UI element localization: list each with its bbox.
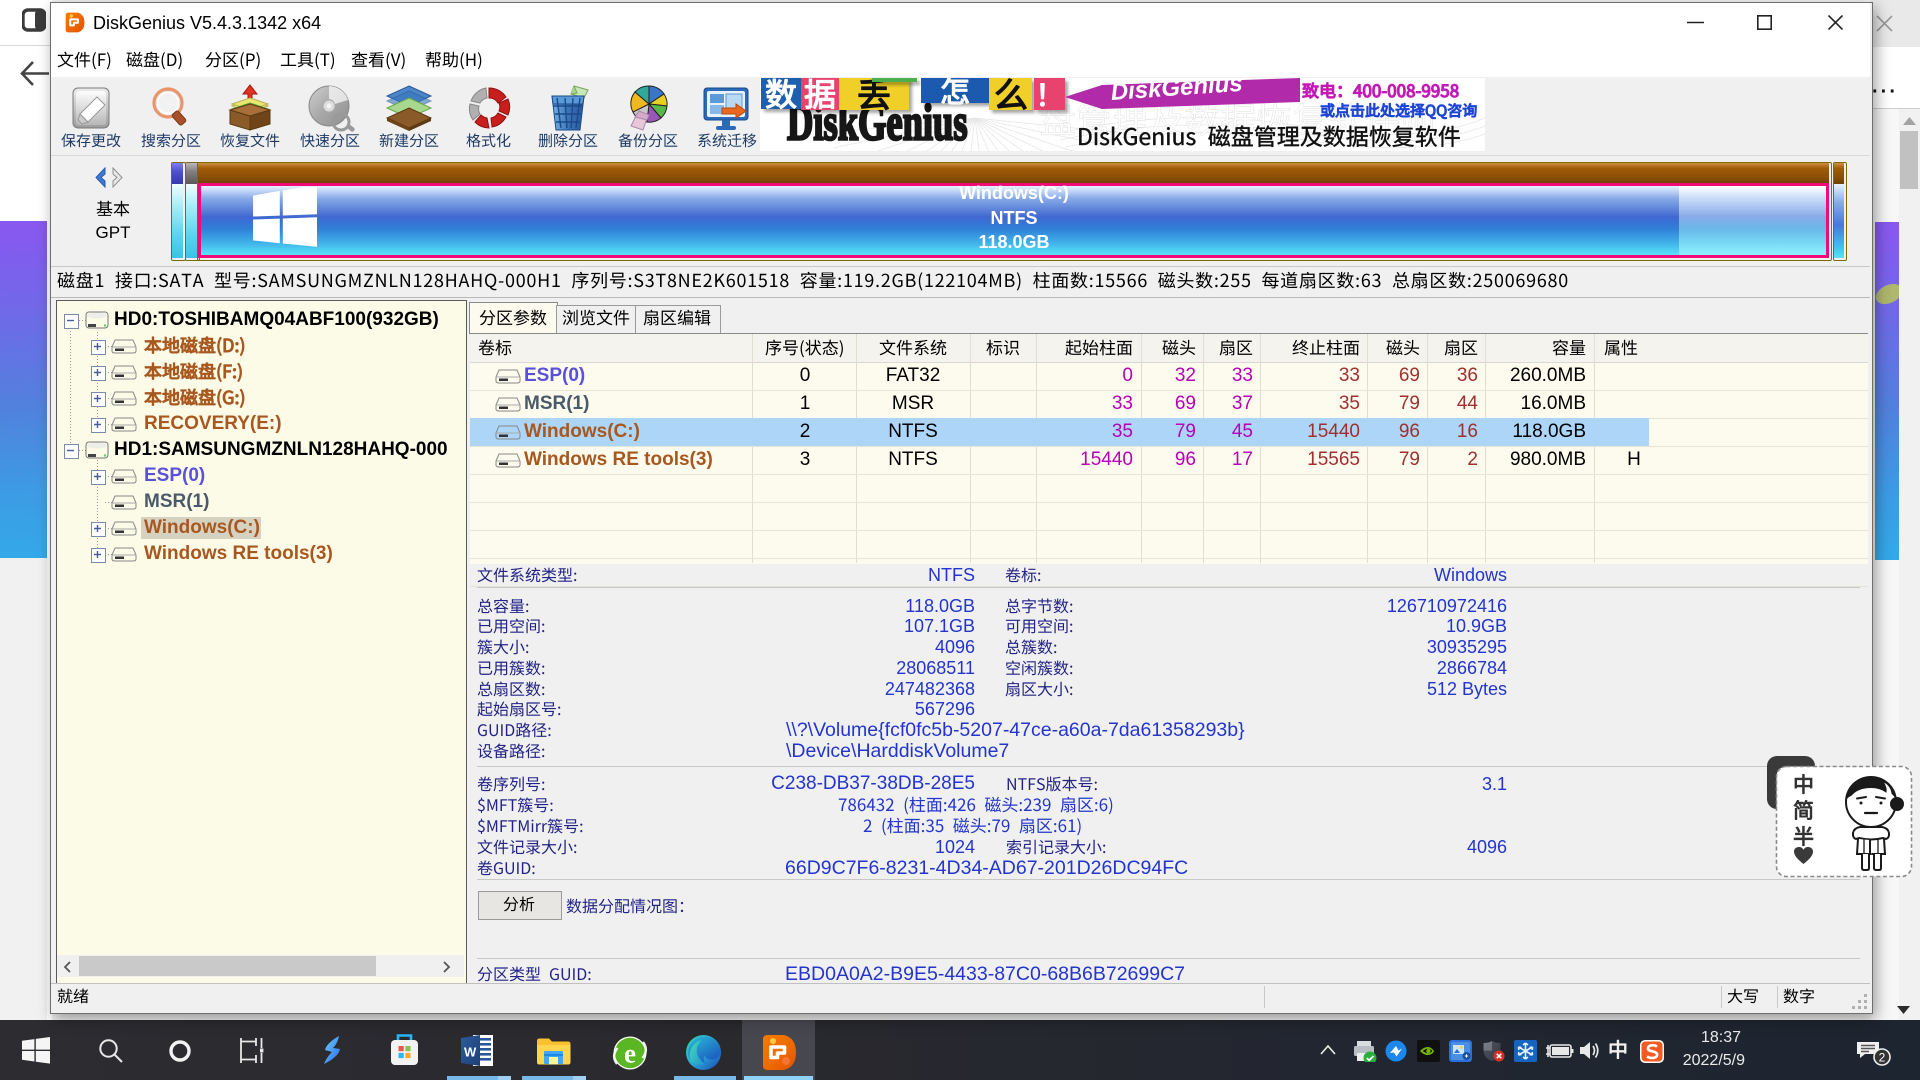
svg-text:e: e [624, 1039, 636, 1069]
svg-text:2: 2 [1879, 1051, 1886, 1065]
svg-text:W: W [464, 1045, 477, 1060]
